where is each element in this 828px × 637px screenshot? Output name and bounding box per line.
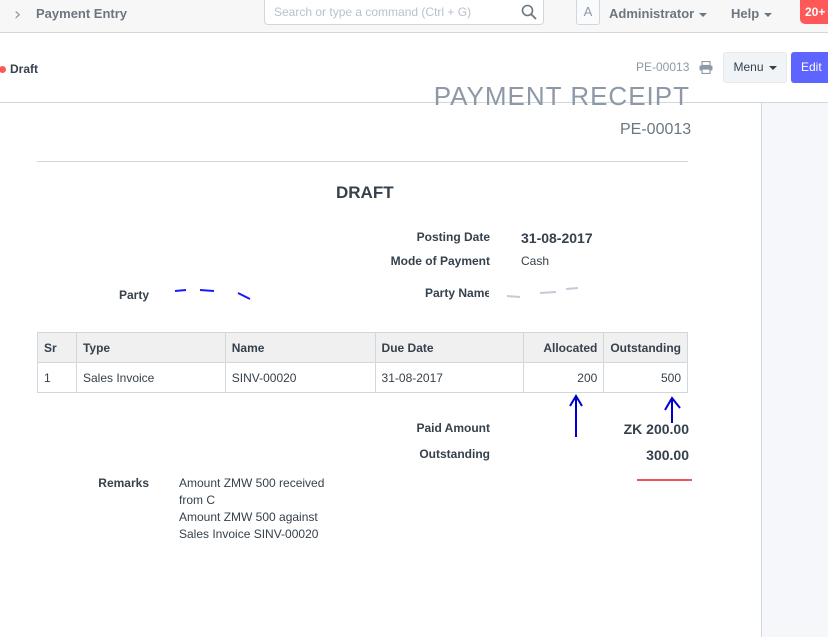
arrow-up-icon [664,396,681,423]
redaction-scribble-party-name [506,287,579,298]
annotation-overlay [174,287,692,481]
arrow-up-icon [569,394,583,437]
redaction-scribble-party [174,289,251,300]
